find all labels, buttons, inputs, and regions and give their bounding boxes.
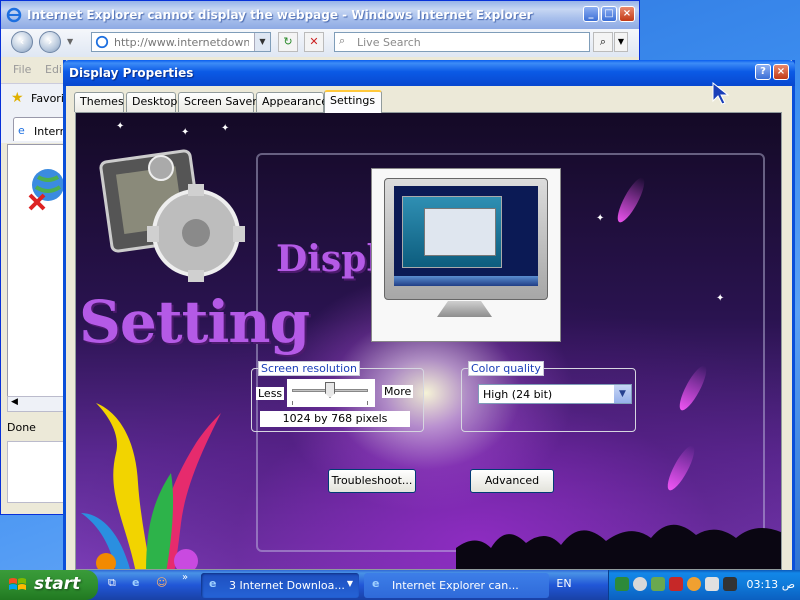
background-display-text: Displ	[276, 238, 381, 280]
shield-icon[interactable]	[669, 577, 683, 591]
ie-icon	[6, 7, 22, 23]
windows-flag-icon	[9, 578, 26, 590]
menu-edit[interactable]: Edi	[45, 63, 62, 76]
volume-icon[interactable]	[633, 577, 647, 591]
monitor-icon	[384, 178, 548, 300]
back-arrow-icon[interactable]: ‹	[11, 31, 33, 53]
system-tray: 03:13 ص	[608, 570, 800, 600]
color-quality-legend: Color quality	[468, 361, 544, 376]
ie-status-bar: Done	[1, 417, 71, 437]
color-quality-group: Color quality High (24 bit) ▼	[461, 361, 636, 432]
more-icons-chevron-icon[interactable]: »	[182, 572, 200, 590]
language-indicator[interactable]: EN	[553, 576, 575, 592]
clock[interactable]: 03:13 ص	[746, 578, 795, 591]
forward-arrow-icon[interactable]: ›	[39, 31, 61, 53]
ie-page-content	[7, 144, 69, 398]
search-input[interactable]: ⌕ Live Search	[334, 32, 590, 52]
scroll-left-icon[interactable]: ◀	[11, 397, 18, 407]
chevron-down-icon[interactable]: ▼	[614, 385, 631, 403]
messenger-icon[interactable]: ☺	[156, 576, 174, 594]
ie-icon: e	[209, 577, 217, 590]
start-button[interactable]: start	[0, 570, 98, 600]
favorites-star-icon[interactable]: ★	[11, 90, 24, 106]
app-tray-icon[interactable]	[723, 577, 737, 591]
security-icon[interactable]	[651, 577, 665, 591]
ie-tab-label: Intern	[34, 125, 67, 138]
resolution-less-label: Less	[256, 387, 285, 400]
preview-dialog	[424, 208, 496, 256]
menu-file[interactable]: File	[13, 63, 31, 76]
troubleshoot-button[interactable]: Troubleshoot...	[328, 469, 416, 493]
ie-icon: e	[372, 577, 380, 590]
search-button[interactable]: ⌕	[593, 32, 613, 52]
dialog-close-button[interactable]: ×	[773, 64, 789, 80]
preview-taskbar	[394, 276, 538, 286]
tab-themes[interactable]: Themes	[74, 92, 124, 112]
mouse-pointer-icon	[712, 82, 730, 105]
desktop-shortcut-icon[interactable]: ⧉	[108, 576, 126, 594]
status-text: Done	[7, 421, 36, 434]
display-properties-dialog: Display Properties ? × Themes Desktop Sc…	[63, 60, 795, 575]
address-text: http://www.internetdownl...	[114, 36, 249, 49]
network-icon[interactable]	[615, 577, 629, 591]
stop-icon[interactable]: ✕	[304, 32, 324, 52]
tab-screen-saver[interactable]: Screen Saver	[178, 92, 257, 112]
taskbar-item-label: 3 Internet Downloa...	[229, 579, 345, 592]
tab-desktop[interactable]: Desktop	[126, 92, 177, 112]
address-dropdown-icon[interactable]: ▼	[254, 33, 270, 51]
ie-minimize-button[interactable]: _	[583, 6, 599, 22]
slider-ticks	[292, 401, 368, 405]
start-label: start	[34, 574, 81, 594]
taskbar-item-label: Internet Explorer can...	[392, 579, 519, 592]
help-button[interactable]: ?	[755, 64, 771, 80]
background-setting-text: Setting	[79, 288, 310, 356]
gears-film-icon	[99, 149, 245, 282]
screen-resolution-legend: Screen resolution	[258, 361, 360, 376]
search-magnifier-icon: ⌕	[339, 34, 346, 47]
taskbar-item-internet-downloads[interactable]: e 3 Internet Downloa... ▼	[201, 573, 359, 598]
ie-maximize-button[interactable]: □	[601, 6, 617, 22]
screen-resolution-group: Screen resolution Less More 1024 by 768 …	[251, 361, 424, 432]
settings-panel: ✦ ✦ ✦ ✦ ✦ Displ Setting Screen resolutio…	[75, 112, 782, 570]
chevron-down-icon: ▼	[346, 579, 353, 588]
sparkle-icon: ✦	[116, 121, 125, 132]
update-icon[interactable]	[687, 577, 701, 591]
device-icon[interactable]	[705, 577, 719, 591]
ie-window-title: Internet Explorer cannot display the web…	[27, 8, 533, 22]
dialog-title-bar[interactable]: Display Properties ? ×	[63, 60, 795, 86]
page-error-globe-icon	[28, 169, 64, 211]
history-dropdown-icon[interactable]: ▼	[67, 37, 73, 46]
trees-silhouette-decoration	[456, 524, 781, 569]
tab-appearance[interactable]: Appearance	[256, 92, 328, 112]
paint-splash-decoration	[81, 403, 221, 569]
tab-settings[interactable]: Settings	[324, 90, 382, 113]
ie-quicklaunch-icon[interactable]: e	[132, 576, 150, 594]
ie-title-bar[interactable]: Internet Explorer cannot display the web…	[1, 1, 639, 29]
resolution-more-label: More	[382, 385, 414, 398]
monitor-screen	[394, 186, 538, 286]
resolution-value: 1024 by 768 pixels	[260, 411, 410, 427]
color-quality-value: High (24 bit)	[483, 388, 553, 401]
ie-close-button[interactable]: ×	[619, 6, 635, 22]
address-bar[interactable]: http://www.internetdownl... ▼	[91, 32, 271, 52]
color-quality-select[interactable]: High (24 bit) ▼	[478, 384, 632, 404]
ie-navigation-bar: ‹ › ▼ http://www.internetdownl... ▼ ↻ ✕ …	[1, 29, 639, 57]
ie-horizontal-scrollbar[interactable]: ◀	[7, 396, 67, 412]
search-placeholder: Live Search	[357, 36, 421, 49]
dialog-title: Display Properties	[69, 66, 194, 80]
sparkle-icon: ✦	[221, 123, 230, 134]
resolution-slider[interactable]	[287, 379, 375, 407]
taskbar-item-ie-error[interactable]: e Internet Explorer can...	[364, 573, 549, 598]
taskbar: start ⧉ e ☺ » e 3 Internet Downloa... ▼ …	[0, 570, 800, 600]
slider-thumb[interactable]	[325, 382, 335, 398]
search-options-icon[interactable]: ▼	[614, 32, 628, 52]
advanced-button[interactable]: Advanced	[470, 469, 554, 493]
monitor-preview	[371, 168, 561, 342]
ie-bottom-area	[7, 441, 69, 503]
ie-tab-icon: e	[18, 124, 25, 137]
monitor-stand	[437, 301, 492, 317]
refresh-icon[interactable]: ↻	[278, 32, 298, 52]
ie-page-icon	[95, 35, 109, 49]
sparkle-icon: ✦	[181, 127, 190, 138]
